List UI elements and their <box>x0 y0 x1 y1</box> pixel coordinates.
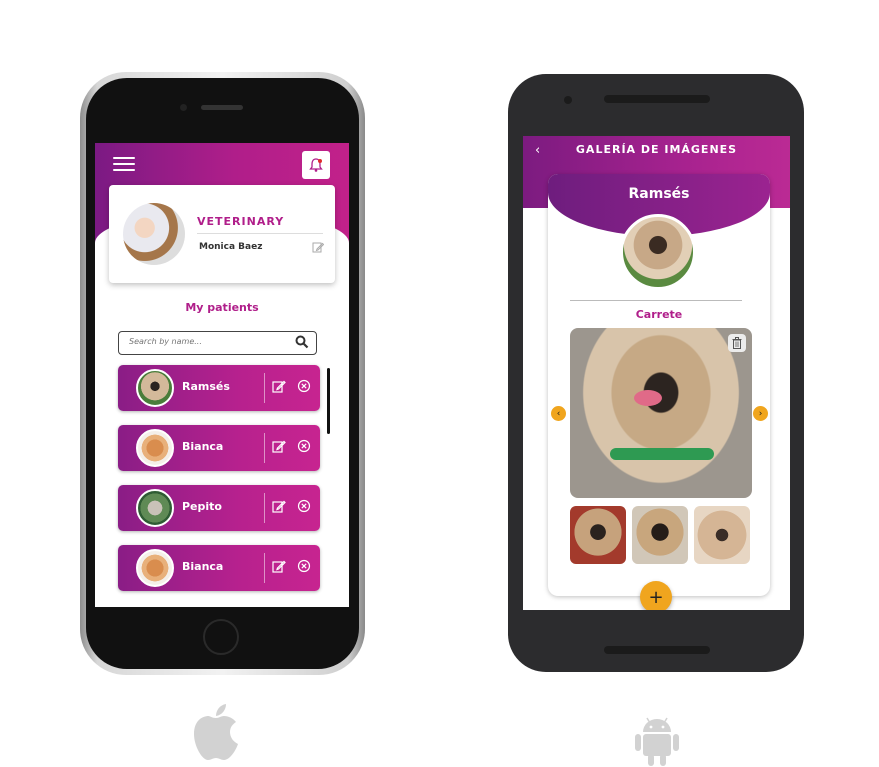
search-input[interactable] <box>127 336 291 347</box>
thumbnail[interactable] <box>694 506 750 564</box>
bottom-speaker <box>604 646 710 654</box>
patient-row[interactable]: Bianca <box>118 545 320 591</box>
pet-avatar <box>136 369 174 407</box>
android-logo-icon <box>635 717 679 766</box>
main-photo[interactable] <box>570 328 752 498</box>
bell-icon <box>309 158 323 172</box>
pet-title: Ramsés <box>628 186 690 202</box>
divider <box>570 300 742 301</box>
divider <box>264 433 265 463</box>
notifications-button[interactable] <box>302 151 330 179</box>
edit-icon[interactable] <box>272 559 286 573</box>
pet-avatar <box>136 549 174 587</box>
section-title: My patients <box>185 301 259 314</box>
section-title: Carrete <box>635 308 683 321</box>
profile-card: VETERINARY Monica Baez <box>109 185 335 283</box>
edit-icon[interactable] <box>272 499 286 513</box>
avatar <box>123 203 185 265</box>
profile-name: Monica Baez <box>199 242 263 252</box>
profile-role: VETERINARY <box>197 215 285 228</box>
home-button[interactable] <box>203 619 239 655</box>
pet-avatar <box>136 429 174 467</box>
add-photo-button[interactable]: + <box>640 581 672 610</box>
search-field[interactable] <box>118 331 317 355</box>
trash-icon <box>732 337 742 349</box>
pet-avatar <box>136 489 174 527</box>
gallery-card: Ramsés Carrete ‹ › <box>548 174 770 596</box>
chevron-left-icon[interactable]: ‹ <box>551 406 566 421</box>
earpiece-speaker <box>201 105 243 110</box>
close-circle-icon[interactable] <box>297 379 311 393</box>
close-circle-icon[interactable] <box>297 559 311 573</box>
pet-name: Bianca <box>182 440 224 453</box>
front-camera <box>180 104 187 111</box>
divider <box>264 493 265 523</box>
pet-name: Ramsés <box>182 380 230 393</box>
patient-row[interactable]: Ramsés <box>118 365 320 411</box>
earpiece-speaker <box>604 95 710 103</box>
divider <box>264 373 265 403</box>
avatar <box>620 214 696 290</box>
patient-row[interactable]: Pepito <box>118 485 320 531</box>
close-circle-icon[interactable] <box>297 499 311 513</box>
ios-screen: VETERINARY Monica Baez My patients Ramsé… <box>95 143 349 607</box>
divider <box>264 553 265 583</box>
apple-logo-icon <box>194 704 238 760</box>
plus-icon: + <box>648 586 664 608</box>
thumbnail[interactable] <box>632 506 688 564</box>
divider <box>197 233 323 234</box>
thumbnail[interactable] <box>570 506 626 564</box>
search-icon[interactable] <box>295 335 309 349</box>
edit-icon[interactable] <box>272 439 286 453</box>
front-camera <box>564 96 572 104</box>
edit-icon[interactable] <box>312 241 324 253</box>
chevron-right-icon[interactable]: › <box>753 406 768 421</box>
edit-icon[interactable] <box>272 379 286 393</box>
page-title: GALERÍA DE IMÁGENES <box>575 143 738 156</box>
delete-photo-button[interactable] <box>728 334 746 352</box>
patient-row[interactable]: Bianca <box>118 425 320 471</box>
pet-name: Pepito <box>182 500 222 513</box>
scrollbar[interactable] <box>327 368 330 434</box>
pet-name: Bianca <box>182 560 224 573</box>
photo-detail <box>610 448 714 460</box>
hamburger-menu-icon[interactable] <box>113 157 135 171</box>
photo-detail <box>634 390 662 406</box>
android-screen: ‹ GALERÍA DE IMÁGENES Ramsés Carrete ‹ › <box>523 136 790 610</box>
close-circle-icon[interactable] <box>297 439 311 453</box>
